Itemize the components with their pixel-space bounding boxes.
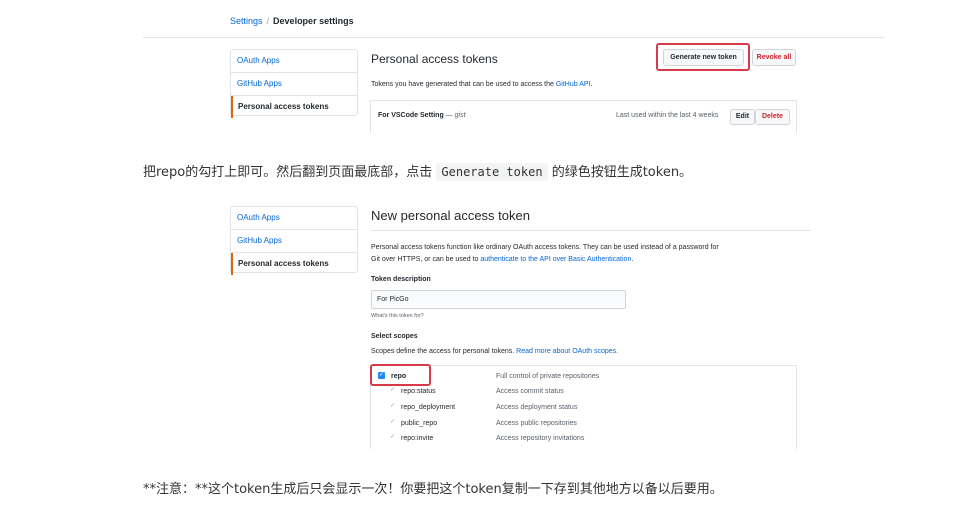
desc-line-2-text: Git over HTTPS, or can be used to (371, 256, 479, 263)
delete-token-button[interactable]: Delete (755, 109, 790, 125)
new-token-title: New personal access token (371, 208, 530, 223)
scope-name-repo-status: repo:status (401, 388, 436, 395)
scope-row-repo-invite: ✓ repo:invite Access repository invitati… (371, 431, 796, 446)
note-text: **注意：**这个token生成后只会显示一次！你要把这个token复制一下存到… (143, 482, 723, 497)
token-description-label: Token description (371, 276, 431, 283)
tokens-intro-text: Tokens you have generated that can be us… (371, 81, 554, 88)
scope-checkbox-public-repo[interactable]: ✓ (390, 419, 397, 426)
settings-sidebar-menu-2: OAuth Apps GitHub Apps Personal access t… (230, 206, 358, 275)
scope-checkbox-repo-invite[interactable]: ✓ (390, 434, 397, 441)
scope-name-public-repo: public_repo (401, 420, 438, 427)
new-token-description: Personal access tokens function like ord… (371, 242, 719, 266)
instruction-text: 把repo的勾打上即可。然后翻到页面最底部，点击 Generate token … (143, 161, 693, 181)
scope-checkbox-repo-status[interactable]: ✓ (390, 387, 397, 394)
instruction-before: 把repo的勾打上即可。然后翻到页面最底部，点击 (143, 165, 433, 180)
scope-desc-repo-invite: Access repository invitations (496, 435, 585, 442)
scope-desc-repo: Full control of private repositories (496, 373, 600, 380)
settings-sidebar-menu: OAuth Apps GitHub Apps Personal access t… (230, 49, 358, 118)
repo-highlight-box (370, 364, 431, 386)
scope-row-repo-status: ✓ repo:status Access commit status (371, 384, 796, 399)
scope-name-repo-deployment: repo_deployment (401, 404, 456, 411)
scope-name-repo-invite: repo:invite (401, 435, 434, 442)
revoke-all-button[interactable]: Revoke all (752, 49, 796, 66)
sidebar-item-github-apps[interactable]: GitHub Apps (231, 230, 357, 253)
token-row-title: For VSCode Setting — gist (378, 112, 466, 119)
desc-line-1: Personal access tokens function like ord… (371, 244, 719, 251)
breadcrumb-current: Developer settings (273, 16, 354, 26)
tokens-intro-period: . (590, 81, 593, 88)
scope-desc-repo-deployment: Access deployment status (496, 404, 578, 411)
scope-checkbox-repo-deployment[interactable]: ✓ (390, 403, 397, 410)
breadcrumb: Settings / Developer settings (230, 16, 354, 26)
token-scope: gist (454, 112, 466, 119)
github-api-link[interactable]: GitHub API (556, 81, 591, 88)
breadcrumb-separator: / (266, 16, 270, 26)
select-scopes-label: Select scopes (371, 333, 418, 340)
scopes-description-text: Scopes define the access for personal to… (371, 348, 515, 355)
scope-row-repo: ✓ repo Full control of private repositor… (371, 369, 796, 384)
instruction-code: Generate token (436, 163, 548, 181)
token-description-input[interactable]: For PicGo (371, 290, 626, 309)
token-name[interactable]: For VSCode Setting (378, 112, 444, 119)
sidebar-item-personal-access-tokens[interactable]: Personal access tokens (231, 253, 357, 275)
tokens-intro: Tokens you have generated that can be us… (371, 81, 592, 88)
token-row: For VSCode Setting — gist Last used with… (370, 100, 797, 133)
oauth-scopes-link[interactable]: Read more about OAuth scopes. (516, 348, 618, 355)
sidebar-item-personal-access-tokens[interactable]: Personal access tokens (231, 96, 357, 118)
basic-auth-link[interactable]: authenticate to the API over Basic Authe… (480, 256, 631, 263)
desc-line-2-period: . (631, 256, 634, 263)
sidebar-item-oauth-apps[interactable]: OAuth Apps (231, 50, 357, 73)
scopes-description: Scopes define the access for personal to… (371, 348, 618, 355)
token-last-used: Last used within the last 4 weeks (616, 112, 719, 119)
desc-line-2: Git over HTTPS, or can be used to authen… (371, 254, 719, 266)
generate-new-token-button[interactable]: Generate new token (663, 49, 744, 66)
scope-row-repo-deployment: ✓ repo_deployment Access deployment stat… (371, 400, 796, 415)
token-description-hint: What's this token for? (371, 313, 424, 319)
scopes-list: ✓ repo Full control of private repositor… (370, 365, 797, 449)
title-divider (371, 230, 811, 231)
instruction-after: 的绿色按钮生成token。 (551, 165, 693, 180)
edit-token-button[interactable]: Edit (730, 109, 755, 125)
sidebar-item-github-apps[interactable]: GitHub Apps (231, 73, 357, 96)
scope-desc-repo-status: Access commit status (496, 388, 564, 395)
header-divider (143, 37, 884, 38)
scope-desc-public-repo: Access public repositories (496, 420, 577, 427)
page-title: Personal access tokens (371, 52, 498, 66)
token-dash: — (445, 112, 453, 119)
scope-row-public-repo: ✓ public_repo Access public repositories (371, 416, 796, 431)
breadcrumb-settings-link[interactable]: Settings (230, 16, 263, 26)
sidebar-item-oauth-apps[interactable]: OAuth Apps (231, 207, 357, 230)
